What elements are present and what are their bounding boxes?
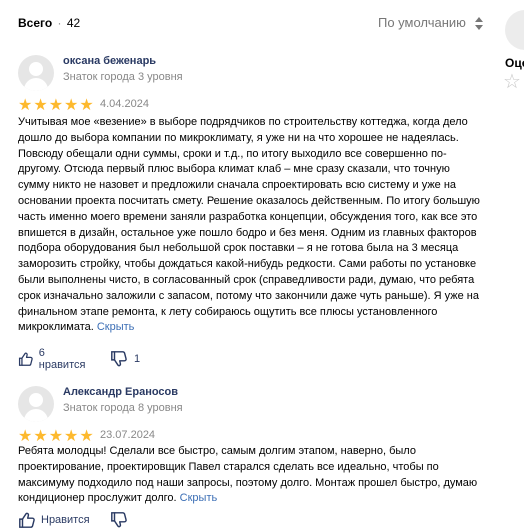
rating-stars: ★★★★★ bbox=[18, 428, 95, 445]
like-count: 6 нравится bbox=[38, 347, 86, 371]
thumbs-down-icon bbox=[111, 512, 127, 528]
avatar[interactable] bbox=[18, 55, 54, 91]
star-icon: ★ bbox=[48, 428, 64, 445]
review-text-body: Ребята молодцы! Сделали все быстро, самы… bbox=[18, 445, 478, 505]
like-button[interactable]: 6 нравится bbox=[18, 347, 88, 371]
review-date: 23.07.2024 bbox=[100, 429, 156, 441]
review-card: оксана беженарь Знаток города 3 уровня ★… bbox=[18, 55, 480, 375]
side-star-icon[interactable]: ☆ bbox=[503, 72, 521, 92]
review-text: Учитывая мое «везение» в выборе подрядчи… bbox=[18, 115, 480, 336]
star-icon: ★ bbox=[79, 428, 94, 445]
thumbs-down-icon bbox=[111, 351, 127, 367]
review-date: 4.04.2024 bbox=[100, 98, 149, 110]
reviews-toolbar: Всего · 42 По умолчанию bbox=[18, 14, 488, 34]
thumbs-up-icon bbox=[18, 352, 33, 366]
sort-dropdown[interactable]: По умолчанию bbox=[378, 15, 466, 30]
dislike-count: 1 bbox=[134, 353, 141, 365]
collapse-link[interactable]: Скрыть bbox=[180, 492, 218, 504]
star-icon: ★ bbox=[79, 97, 94, 114]
rating-stars: ★★★★★ bbox=[18, 97, 95, 114]
reviews-total: Всего · 42 bbox=[18, 16, 80, 30]
review-author[interactable]: оксана беженарь bbox=[63, 55, 156, 67]
star-icon: ★ bbox=[18, 428, 33, 445]
side-rate-label: Оце bbox=[505, 56, 524, 70]
review-text: Ребята молодцы! Сделали все быстро, самы… bbox=[18, 444, 480, 507]
side-avatar bbox=[505, 10, 524, 50]
sort-arrows-icon[interactable] bbox=[475, 17, 483, 31]
review-author-level: Знаток города 3 уровня bbox=[63, 71, 183, 83]
total-count: 42 bbox=[66, 16, 81, 30]
like-count: Нравится bbox=[41, 514, 90, 526]
dislike-button[interactable] bbox=[110, 510, 134, 530]
like-button[interactable]: Нравится bbox=[18, 510, 90, 530]
dislike-button[interactable]: 1 bbox=[110, 349, 140, 369]
star-icon: ★ bbox=[18, 97, 33, 114]
review-author[interactable]: Александр Ераносов bbox=[63, 386, 178, 398]
review-author-level: Знаток города 8 уровня bbox=[63, 402, 183, 414]
thumbs-up-icon bbox=[19, 512, 35, 528]
star-icon: ★ bbox=[33, 428, 48, 445]
star-icon: ★ bbox=[33, 97, 48, 114]
total-label: Всего bbox=[18, 16, 53, 30]
total-separator: · bbox=[57, 16, 62, 30]
review-text-body: Учитывая мое «везение» в выборе подрядчи… bbox=[18, 116, 480, 334]
collapse-link[interactable]: Скрыть bbox=[97, 321, 135, 333]
review-card: Александр Ераносов Знаток города 8 уровн… bbox=[18, 386, 480, 528]
avatar[interactable] bbox=[18, 386, 54, 422]
star-icon: ★ bbox=[64, 428, 79, 445]
star-icon: ★ bbox=[48, 97, 64, 114]
star-icon: ★ bbox=[64, 97, 79, 114]
